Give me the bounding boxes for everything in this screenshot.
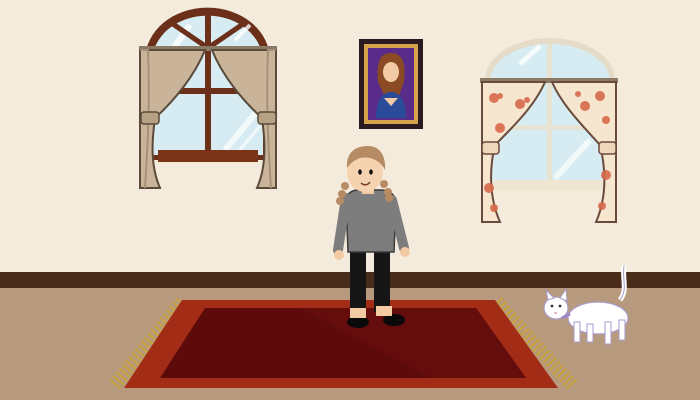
room-canvas [0,0,700,400]
portrait-painting [359,39,423,129]
red-rug [109,297,578,390]
game-scene [0,0,700,400]
